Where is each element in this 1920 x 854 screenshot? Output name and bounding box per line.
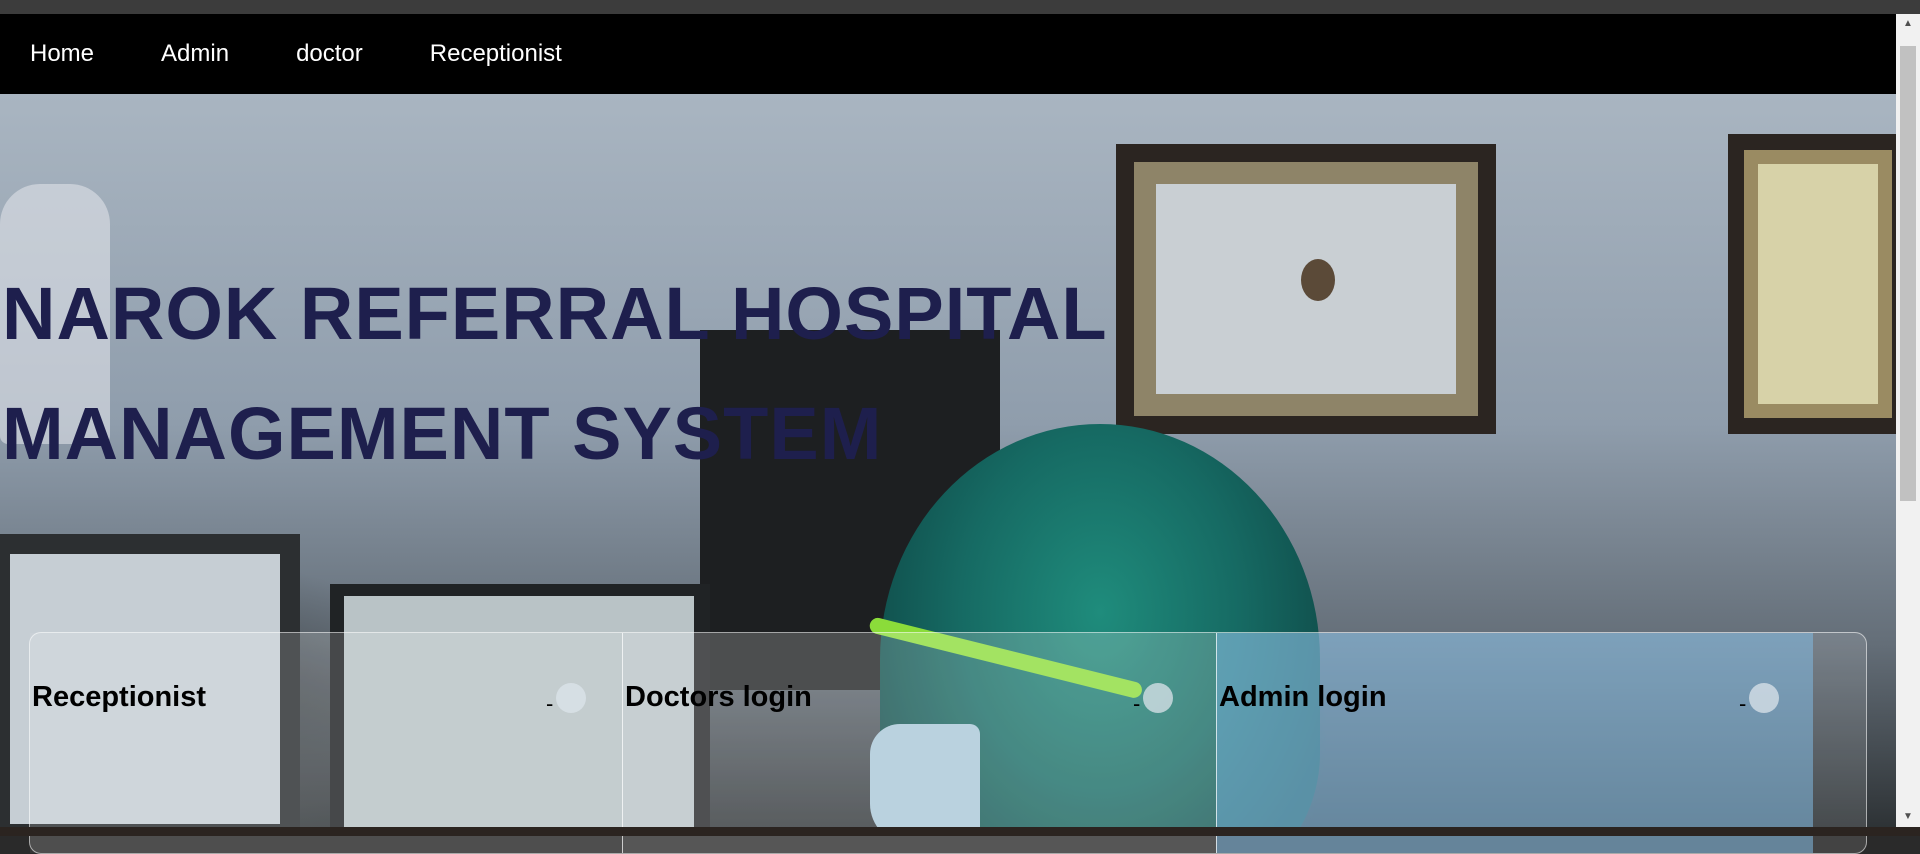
admin-login-card-title: Admin login: [1219, 681, 1387, 713]
page-title: NAROK REFERRAL HOSPITAL MANAGEMENT SYSTE…: [2, 254, 1108, 494]
nav-receptionist-link[interactable]: Receptionist: [430, 40, 562, 68]
card-dash: -: [1739, 691, 1747, 716]
top-navbar: Home Admin doctor Receptionist: [0, 14, 1896, 94]
framed-certificate-right: [1728, 134, 1896, 434]
circle-toggle-icon[interactable]: [1749, 683, 1779, 713]
receptionist-card-title: Receptionist: [32, 681, 207, 713]
doctors-login-card[interactable]: Doctors login -: [622, 633, 1217, 853]
circle-toggle-icon[interactable]: [556, 683, 586, 713]
nav-admin-link[interactable]: Admin: [161, 40, 229, 68]
card-dash: -: [1133, 691, 1141, 716]
login-cards-container: Receptionist - Doctors login - Admin log…: [29, 632, 1867, 854]
doctors-login-card-title: Doctors login: [625, 681, 812, 713]
nav-home-link[interactable]: Home: [30, 40, 94, 68]
nav-doctor-link[interactable]: doctor: [296, 40, 363, 68]
title-line-1: NAROK REFERRAL HOSPITAL: [2, 272, 1108, 355]
page-bottom-strip: [0, 827, 1920, 836]
circle-toggle-icon[interactable]: [1143, 683, 1173, 713]
browser-top-strip: [0, 0, 1920, 14]
receptionist-card[interactable]: Receptionist -: [30, 633, 622, 853]
framed-certificate: [1116, 144, 1496, 434]
vertical-scrollbar[interactable]: ▲ ▼: [1896, 14, 1920, 827]
scroll-up-arrow-icon[interactable]: ▲: [1896, 14, 1920, 34]
card-dash: -: [546, 691, 554, 716]
scroll-down-arrow-icon[interactable]: ▼: [1896, 807, 1920, 827]
title-line-2: MANAGEMENT SYSTEM: [2, 392, 883, 475]
admin-login-card[interactable]: Admin login -: [1216, 633, 1813, 853]
scrollbar-thumb[interactable]: [1900, 46, 1916, 501]
